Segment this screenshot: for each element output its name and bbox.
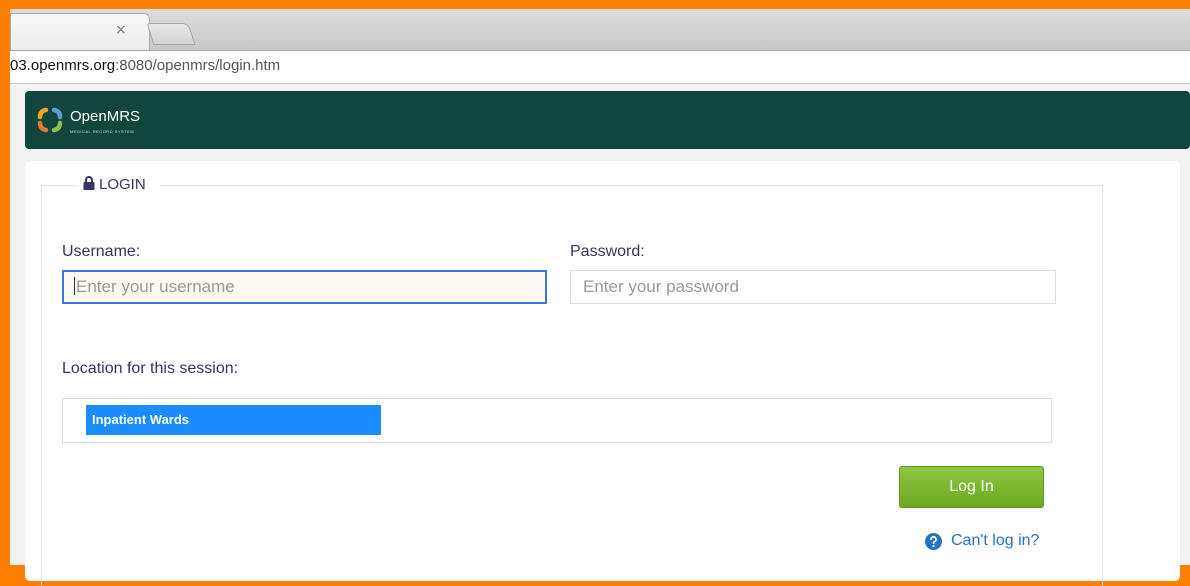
browser-tab[interactable]: × [10,13,150,50]
lock-icon [83,176,95,190]
url-text[interactable]: 03.openmrs.org:8080/openmrs/login.htm [10,57,280,74]
password-input[interactable]: Enter your password [570,270,1056,304]
tab-close-icon[interactable]: × [115,22,127,38]
new-tab-button[interactable] [146,23,196,45]
login-legend: LOGIN [77,175,160,197]
logo-name: OpenMRS [70,108,141,125]
password-label: Password: [570,243,645,260]
logo-tagline: MEDICAL RECORD SYSTEM [70,129,135,134]
app-header: OpenMRS MEDICAL RECORD SYSTEM [25,91,1190,149]
username-label: Username: [62,243,141,260]
login-card: LOGIN Username: Enter your username Pass… [25,161,1180,586]
password-placeholder: Enter your password [583,277,739,296]
question-circle-icon [925,532,942,550]
location-label: Location for this session: [62,360,239,377]
text-caret [74,277,75,295]
url-host: 03.openmrs.org [10,57,116,74]
address-bar[interactable]: 03.openmrs.org:8080/openmrs/login.htm [10,51,1190,84]
login-button[interactable]: Log In [899,466,1044,508]
openmrs-logo-icon[interactable] [37,107,63,133]
location-list: Inpatient Wards [62,398,1052,443]
tab-strip: × [10,9,1190,51]
location-item-inpatient-wards[interactable]: Inpatient Wards [86,405,381,435]
cant-login-link[interactable]: Can't log in? [925,532,1039,550]
username-input[interactable]: Enter your username [62,270,547,304]
cant-login-text: Can't log in? [951,532,1040,549]
login-legend-text: LOGIN [99,176,146,193]
username-placeholder: Enter your username [76,277,235,296]
url-path: :8080/openmrs/login.htm [115,57,281,74]
